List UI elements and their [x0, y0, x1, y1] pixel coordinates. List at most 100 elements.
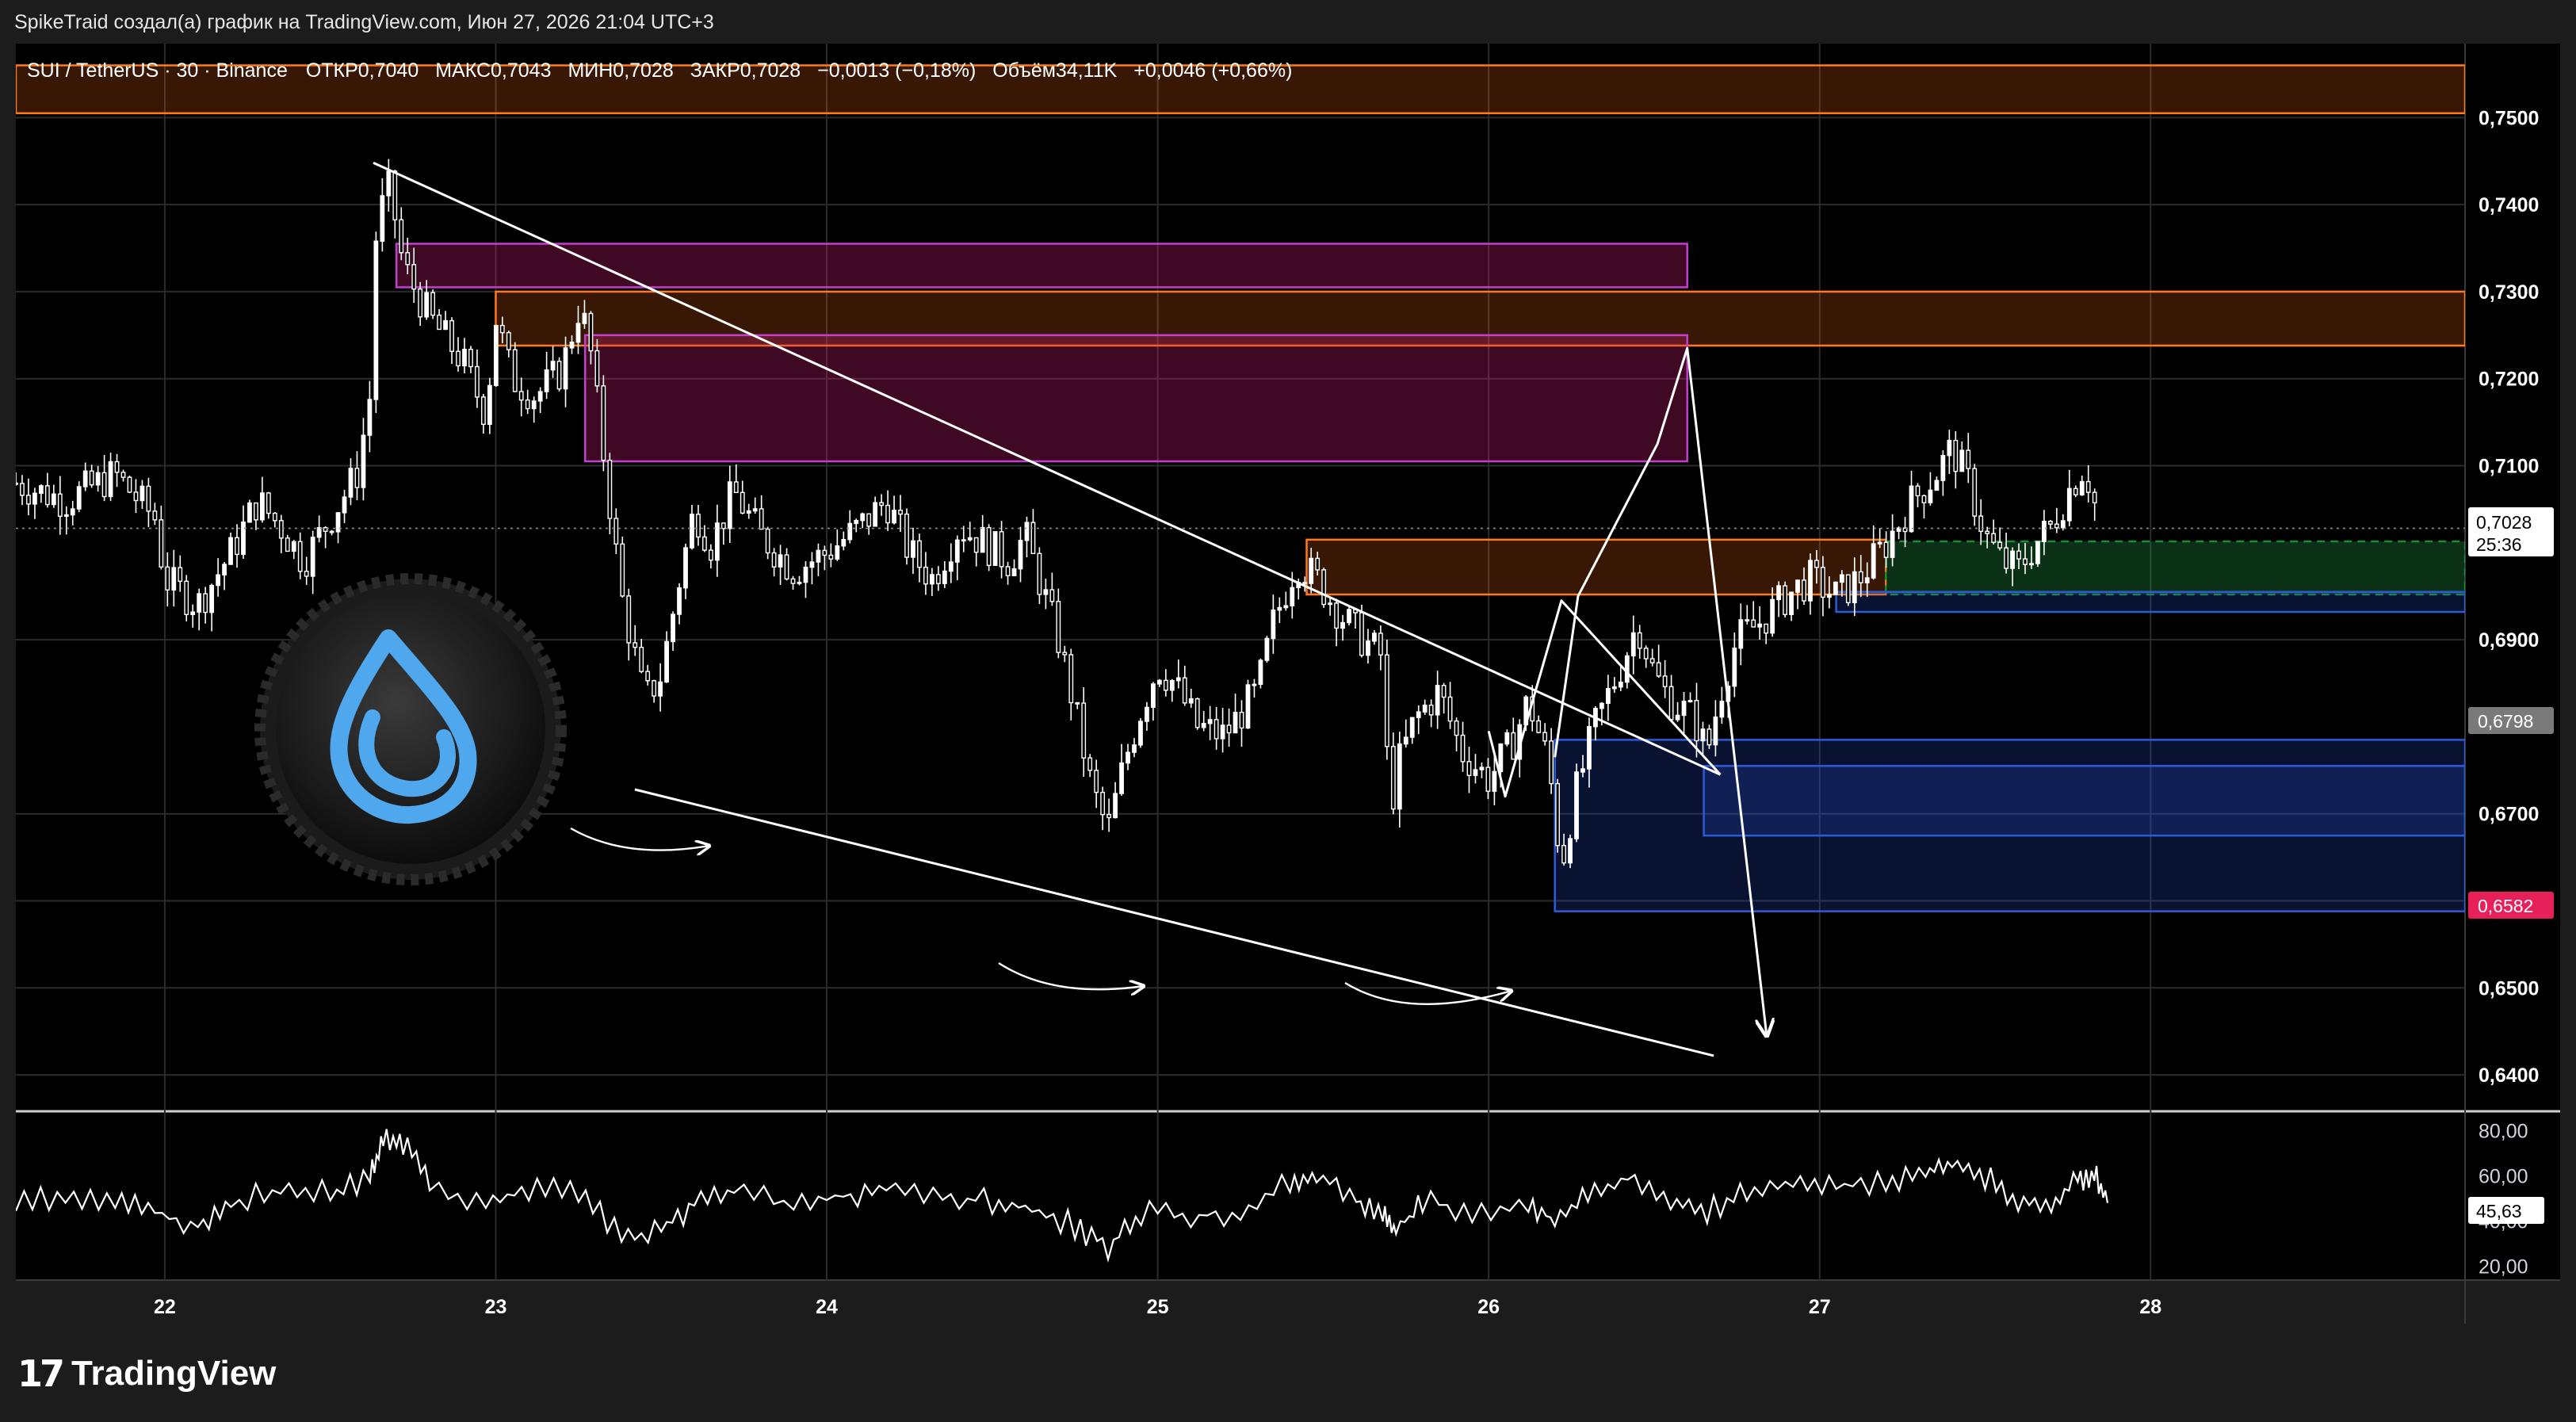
- candle-body: [2073, 487, 2078, 495]
- candle-body: [146, 485, 151, 512]
- candle-body: [1119, 762, 1124, 794]
- candle-body: [1321, 569, 1327, 606]
- rsi-tick-label: 80,00: [2479, 1120, 2528, 1142]
- candle-body: [310, 537, 315, 577]
- candle-body: [1043, 589, 1049, 595]
- candle-body: [1100, 791, 1106, 816]
- candle-body: [816, 549, 821, 563]
- candle-body: [917, 540, 922, 568]
- legend-open: ОТКР0,7040: [306, 59, 419, 82]
- candle-body: [1940, 454, 1946, 481]
- candle-body: [992, 531, 998, 566]
- candle-body: [1062, 652, 1068, 656]
- candle-body: [411, 264, 417, 290]
- candle-body: [247, 502, 252, 523]
- candle-body: [892, 510, 896, 524]
- candle-body: [114, 461, 120, 473]
- candle-body: [38, 485, 44, 494]
- candle-body: [418, 288, 423, 318]
- candle-body: [499, 324, 505, 334]
- candle-body: [1447, 696, 1453, 722]
- candle-body: [556, 361, 562, 390]
- candle-body: [854, 519, 859, 525]
- candle-body: [1283, 605, 1289, 609]
- candle-body: [904, 513, 909, 558]
- candle-body: [1239, 712, 1244, 729]
- candle-body: [1795, 579, 1800, 593]
- candle-body: [165, 566, 170, 591]
- candle-body: [152, 510, 158, 521]
- candle-body: [354, 468, 360, 488]
- sui-coin-icon: [254, 573, 567, 885]
- candle-body: [1340, 621, 1345, 629]
- candle-body: [235, 537, 239, 556]
- price-tick-label: 0,7100: [2479, 456, 2539, 478]
- candle-body: [1599, 702, 1604, 709]
- candle-body: [1587, 726, 1592, 770]
- candle-body: [1928, 489, 1933, 503]
- candle-body: [1384, 654, 1389, 747]
- candle-body: [1366, 640, 1370, 656]
- candle-body: [652, 680, 657, 697]
- candle-body: [1732, 648, 1737, 687]
- candle-body: [569, 341, 575, 349]
- candle-body: [228, 537, 233, 565]
- candle-body: [1151, 683, 1156, 709]
- candle-body: [1094, 770, 1099, 793]
- candle-body: [2010, 550, 2015, 569]
- candle-body: [822, 549, 827, 556]
- candle-body: [664, 640, 669, 683]
- candle-body: [1542, 732, 1548, 742]
- candle-body: [733, 481, 739, 494]
- candle-body: [531, 400, 537, 410]
- candle-body: [714, 522, 720, 561]
- time-axis[interactable]: 22 23 24 25 26 27 28: [154, 1296, 2161, 1318]
- level-mid-value: 0,6798: [2478, 711, 2533, 732]
- candle-body: [468, 349, 473, 368]
- legend-low: МИН0,7028: [568, 59, 673, 82]
- candle-body: [184, 580, 189, 616]
- candle-body: [493, 324, 499, 387]
- candle-body: [1106, 813, 1112, 819]
- candle-body: [671, 614, 675, 643]
- candle-body: [835, 545, 840, 560]
- ohlc-legend: SUI / TetherUS · 30 · Binance ОТКР0,7040…: [27, 59, 1292, 82]
- candle-body: [63, 514, 69, 517]
- candle-body: [639, 646, 644, 672]
- candle-body: [278, 520, 284, 539]
- candle-body: [765, 528, 770, 554]
- time-tick-label: 24: [816, 1296, 838, 1318]
- candle-body: [948, 561, 954, 572]
- candle-body: [1498, 743, 1504, 773]
- candle-body: [1169, 679, 1175, 691]
- candle-body: [1024, 522, 1030, 541]
- candle-body: [1473, 769, 1478, 776]
- candle-body: [809, 561, 815, 568]
- candle-body: [1182, 677, 1187, 704]
- candle-body: [2092, 491, 2097, 504]
- candle-body: [1347, 609, 1351, 624]
- candle-body: [873, 502, 878, 527]
- candle-body: [1163, 679, 1168, 691]
- candle-body: [1081, 702, 1087, 759]
- candle-body: [1574, 771, 1579, 839]
- candle-body: [537, 391, 543, 402]
- zone-magenta-lower: [583, 334, 1688, 463]
- candle-body: [1479, 766, 1485, 770]
- candle-body: [1915, 485, 1921, 497]
- candle-body: [1934, 480, 1940, 491]
- candle-body: [1808, 560, 1813, 602]
- candle-body: [392, 170, 398, 220]
- candle-body: [1435, 685, 1440, 716]
- candle-body: [1719, 701, 1725, 718]
- candle-body: [1738, 619, 1744, 649]
- candle-body: [790, 578, 796, 584]
- candle-body: [1113, 793, 1118, 819]
- tradingview-logo[interactable]: 17 TradingView: [17, 1352, 276, 1395]
- chart-canvas[interactable]: SUI / TetherUS · 30 · Binance ОТКР0,7040…: [0, 0, 2576, 1422]
- candle-body: [1485, 766, 1491, 792]
- price-tick-label: 0,7300: [2479, 281, 2539, 304]
- candle-body: [550, 361, 556, 371]
- candle-body: [658, 681, 663, 697]
- candle-body: [923, 566, 928, 585]
